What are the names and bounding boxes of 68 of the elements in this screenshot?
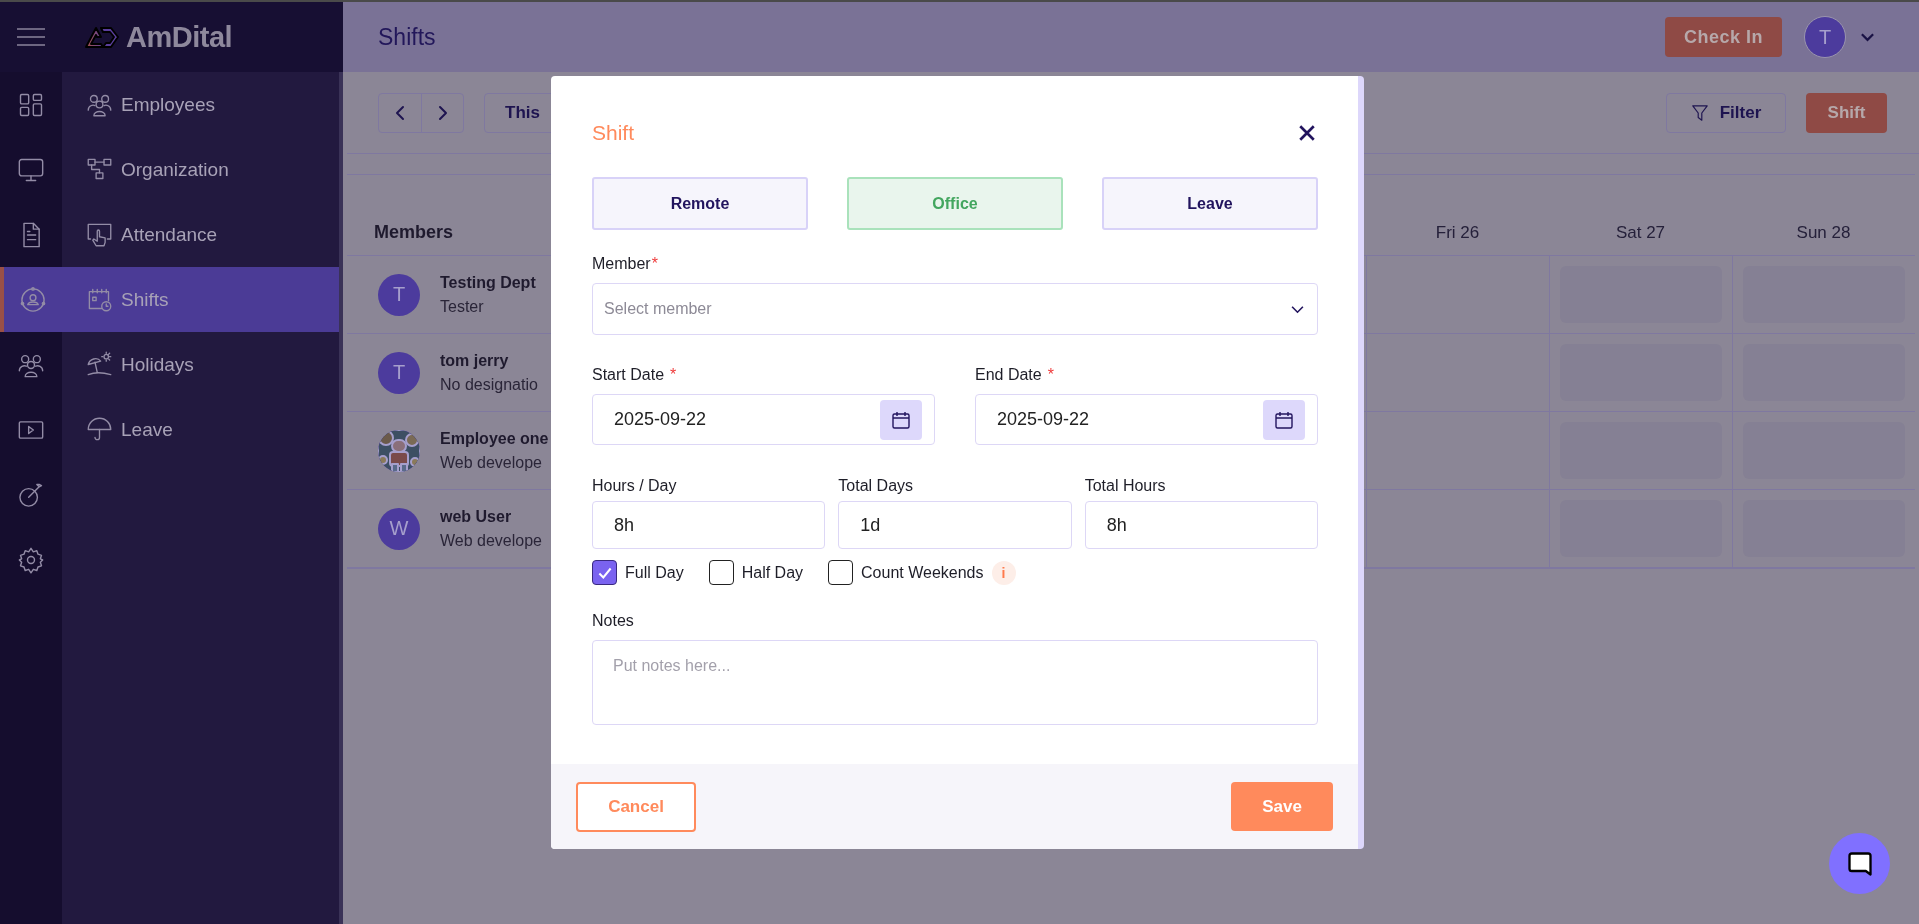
chevron-down-icon: [1860, 32, 1875, 42]
chat-icon: [1845, 849, 1874, 878]
chevron-left-icon: [395, 104, 405, 121]
text-field[interactable]: 1d: [838, 501, 1072, 549]
chevron-right-icon: [437, 104, 448, 121]
member-name: web User: [440, 507, 513, 526]
checkbox-label: Count Weekends: [861, 563, 984, 582]
umbrella-icon: [86, 416, 113, 443]
sidebar-item[interactable]: Holidays: [62, 332, 339, 397]
app-logo: AmDital: [126, 20, 233, 54]
menu-icon: [16, 27, 46, 47]
member-name: Employee one: [440, 429, 549, 448]
field-label: Hours / Day: [592, 477, 678, 495]
filter-icon: [1690, 103, 1709, 122]
type-option[interactable]: Remote: [592, 177, 808, 230]
checkbox[interactable]: [708, 560, 734, 585]
member-role: Web develope: [440, 531, 542, 550]
calendar-icon: [1274, 409, 1294, 430]
date-field[interactable]: 2025-09-22: [975, 394, 1318, 445]
sidebar-item[interactable]: Organization: [62, 137, 339, 202]
text-field[interactable]: 8h: [592, 501, 826, 549]
page-title: Shifts: [378, 23, 437, 51]
field-label: End Date *: [975, 366, 1055, 384]
column-header: Members: [374, 222, 454, 243]
checkbox[interactable]: [592, 560, 617, 585]
chevron-down-icon: [1290, 304, 1305, 314]
sidebar-item[interactable]: Attendance: [62, 202, 339, 267]
member-select[interactable]: Select member: [592, 283, 1318, 335]
field-label: Start Date *: [592, 366, 678, 384]
field-label: Notes: [592, 612, 635, 630]
text-field[interactable]: 8h: [1084, 501, 1318, 549]
calendar-button[interactable]: [880, 399, 922, 440]
field-label: Member*: [592, 255, 659, 273]
sidebar-item[interactable]: Employees: [62, 72, 339, 137]
user-circle-icon: [19, 285, 47, 314]
type-option[interactable]: Leave: [1102, 177, 1318, 230]
dialog-title: Shift: [592, 121, 635, 145]
date-field[interactable]: 2025-09-22: [592, 394, 935, 445]
filter-button[interactable]: Filter: [1666, 92, 1786, 133]
settings-icon: [17, 545, 45, 574]
member-avatar: W: [378, 507, 420, 550]
member-role: Web develope: [440, 453, 543, 472]
field-label: Total Days: [838, 477, 915, 495]
notes-field[interactable]: Put notes here...: [592, 640, 1318, 725]
user-avatar[interactable]: T: [1804, 16, 1846, 58]
member-role: No designatio: [440, 375, 538, 394]
member-avatar: T: [378, 351, 420, 394]
calendar-icon: [891, 409, 911, 430]
nav-button[interactable]: [0, 267, 62, 332]
logo-icon: [84, 25, 120, 49]
calendar-button[interactable]: [1263, 399, 1305, 440]
column-header: Fri 26: [1435, 223, 1480, 243]
member-name: Testing Dept: [440, 273, 536, 292]
calendar-clock-icon: [86, 286, 113, 313]
close-icon: [1298, 124, 1316, 142]
hand-pointer-icon: [86, 221, 113, 248]
column-header: Sun 28: [1796, 223, 1851, 243]
field-label: Total Hours: [1084, 477, 1167, 495]
sidebar-item[interactable]: Shifts: [62, 267, 339, 332]
sidebar-item[interactable]: Leave: [62, 397, 339, 462]
checkbox-label: Half Day: [741, 563, 804, 582]
beach-umbrella-icon: [86, 351, 113, 378]
checkbox-label: Full Day: [625, 563, 684, 582]
member-avatar: T: [378, 273, 420, 316]
member-role: Tester: [440, 297, 485, 316]
column-header: Sat 27: [1615, 223, 1666, 243]
member-name: tom jerry: [440, 351, 510, 370]
checkbox[interactable]: [828, 560, 854, 585]
